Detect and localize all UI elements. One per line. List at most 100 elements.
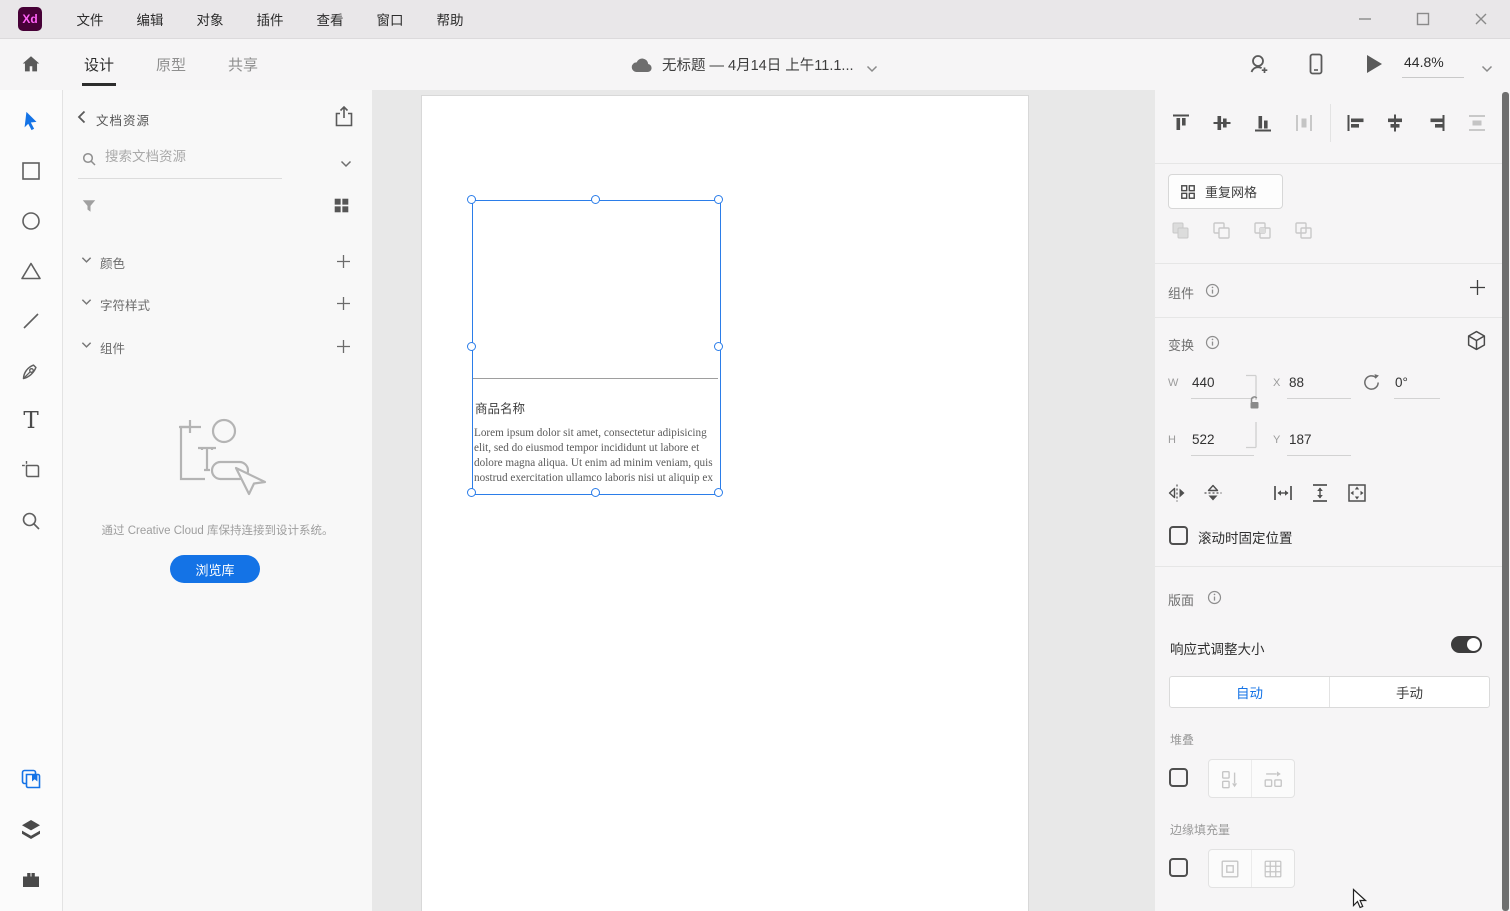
browse-library-button[interactable]: 浏览库 <box>170 555 260 583</box>
repeat-grid-button[interactable]: 重复网格 <box>1168 174 1283 209</box>
height-input[interactable] <box>1192 432 1248 447</box>
responsive-both-icon[interactable] <box>1346 482 1368 504</box>
menu-edit[interactable]: 编辑 <box>120 0 180 38</box>
transform-section-title: 变换 <box>1168 335 1194 354</box>
maximize-icon[interactable] <box>1394 0 1452 38</box>
section-character-styles-label: 字符样式 <box>100 295 150 314</box>
menu-file[interactable]: 文件 <box>60 0 120 38</box>
selection-handle-nw[interactable] <box>467 195 476 204</box>
boolean-intersect-icon <box>1252 220 1274 242</box>
lock-open-icon[interactable] <box>1248 395 1261 415</box>
search-scope-chevron-icon[interactable] <box>340 155 352 173</box>
device-preview-icon[interactable] <box>1306 53 1326 80</box>
panel-divider-1 <box>1155 163 1502 164</box>
minimize-icon[interactable] <box>1336 0 1394 38</box>
create-component-button[interactable] <box>1469 279 1486 296</box>
responsive-resize-toggle[interactable] <box>1451 636 1482 653</box>
y-label: Y <box>1273 434 1280 446</box>
padding-uniform-icon <box>1209 850 1251 887</box>
rotation-input[interactable] <box>1395 375 1441 390</box>
document-title[interactable]: 无标题 — 4月14日 上午11.1... <box>662 39 854 89</box>
align-bottom-icon[interactable] <box>1252 112 1274 134</box>
menu-window[interactable]: 窗口 <box>360 0 420 38</box>
menu-object[interactable]: 对象 <box>180 0 240 38</box>
plugins-icon[interactable] <box>0 859 62 899</box>
component-info-icon[interactable] <box>1205 283 1220 303</box>
align-center-icon[interactable] <box>1384 112 1406 134</box>
fix-on-scroll-checkbox[interactable] <box>1169 526 1188 545</box>
artboard-tool-icon[interactable] <box>0 450 62 490</box>
padding-checkbox[interactable] <box>1169 858 1188 877</box>
layers-icon[interactable] <box>0 809 62 849</box>
section-components[interactable]: 组件 <box>63 332 372 362</box>
selection-handle-w[interactable] <box>467 342 476 351</box>
filter-icon[interactable] <box>81 198 97 219</box>
add-character-style-button[interactable] <box>332 292 354 314</box>
text-tool-icon[interactable]: T <box>0 401 62 441</box>
selection-handle-e[interactable] <box>714 342 723 351</box>
selection-handle-s[interactable] <box>591 488 600 497</box>
selection-handle-ne[interactable] <box>714 195 723 204</box>
document-title-chevron-icon[interactable] <box>866 60 878 78</box>
section-colors[interactable]: 颜色 <box>63 247 372 277</box>
polygon-tool-icon[interactable] <box>0 251 62 291</box>
libraries-icon[interactable] <box>0 759 62 799</box>
pen-tool-icon[interactable] <box>0 351 62 391</box>
width-input[interactable] <box>1192 375 1248 390</box>
menu-help[interactable]: 帮助 <box>420 0 480 38</box>
libraries-illustration <box>160 418 272 505</box>
xd-logo: Xd <box>18 7 42 31</box>
menu-view[interactable]: 查看 <box>300 0 360 38</box>
zoom-level-value[interactable]: 44.8% <box>1404 54 1444 70</box>
rotation-icon[interactable] <box>1362 373 1381 397</box>
search-icon <box>82 152 96 171</box>
resize-mode-manual[interactable]: 手动 <box>1330 677 1489 707</box>
product-name-text[interactable]: 商品名称 <box>475 398 525 417</box>
rectangle-tool-icon[interactable] <box>0 151 62 191</box>
x-label: X <box>1273 377 1280 389</box>
select-tool-icon[interactable] <box>0 101 62 141</box>
text-tool-glyph: T <box>23 408 38 434</box>
x-input[interactable] <box>1289 375 1345 390</box>
ellipse-tool-icon[interactable] <box>0 201 62 241</box>
selection-handle-n[interactable] <box>591 195 600 204</box>
transform-info-icon[interactable] <box>1205 335 1220 355</box>
align-left-icon[interactable] <box>1345 112 1367 134</box>
menu-plugins[interactable]: 插件 <box>240 0 300 38</box>
selection-handle-sw[interactable] <box>467 488 476 497</box>
zoom-level-chevron-icon[interactable] <box>1481 60 1493 78</box>
y-input[interactable] <box>1289 432 1345 447</box>
home-icon[interactable] <box>20 53 42 80</box>
lorem-ipsum-text[interactable]: Lorem ipsum dolor sit amet, consectetur … <box>474 426 718 492</box>
line-tool-icon[interactable] <box>0 301 62 341</box>
flip-horizontal-icon[interactable] <box>1166 482 1188 504</box>
tab-share[interactable]: 共享 <box>220 39 266 89</box>
3d-transform-icon[interactable] <box>1466 330 1487 356</box>
align-top-icon[interactable] <box>1170 112 1192 134</box>
responsive-height-icon[interactable] <box>1309 482 1331 504</box>
properties-scrollbar[interactable] <box>1502 92 1509 911</box>
close-icon[interactable] <box>1452 0 1510 38</box>
add-component-button[interactable] <box>332 335 354 357</box>
cloud-icon <box>631 57 653 78</box>
export-icon[interactable] <box>334 105 354 132</box>
align-middle-icon[interactable] <box>1211 112 1233 134</box>
section-character-styles[interactable]: 字符样式 <box>63 289 372 319</box>
back-chevron-icon[interactable] <box>77 110 86 129</box>
stack-checkbox[interactable] <box>1169 768 1188 787</box>
add-color-button[interactable] <box>332 250 354 272</box>
zoom-tool-icon[interactable] <box>0 501 62 541</box>
align-right-icon[interactable] <box>1425 112 1447 134</box>
tab-design[interactable]: 设计 <box>76 39 122 89</box>
tab-prototype[interactable]: 原型 <box>148 39 194 89</box>
search-input[interactable] <box>103 148 317 165</box>
add-collaborator-icon[interactable] <box>1247 52 1271 81</box>
resize-mode-auto[interactable]: 自动 <box>1170 677 1329 707</box>
flip-vertical-icon[interactable] <box>1202 482 1224 504</box>
grid-view-icon[interactable] <box>333 197 350 219</box>
layout-info-icon[interactable] <box>1207 590 1222 610</box>
play-icon[interactable] <box>1365 54 1383 79</box>
selection-handle-se[interactable] <box>714 488 723 497</box>
distribute-vertical-icon <box>1466 112 1488 134</box>
responsive-width-icon[interactable] <box>1272 482 1294 504</box>
